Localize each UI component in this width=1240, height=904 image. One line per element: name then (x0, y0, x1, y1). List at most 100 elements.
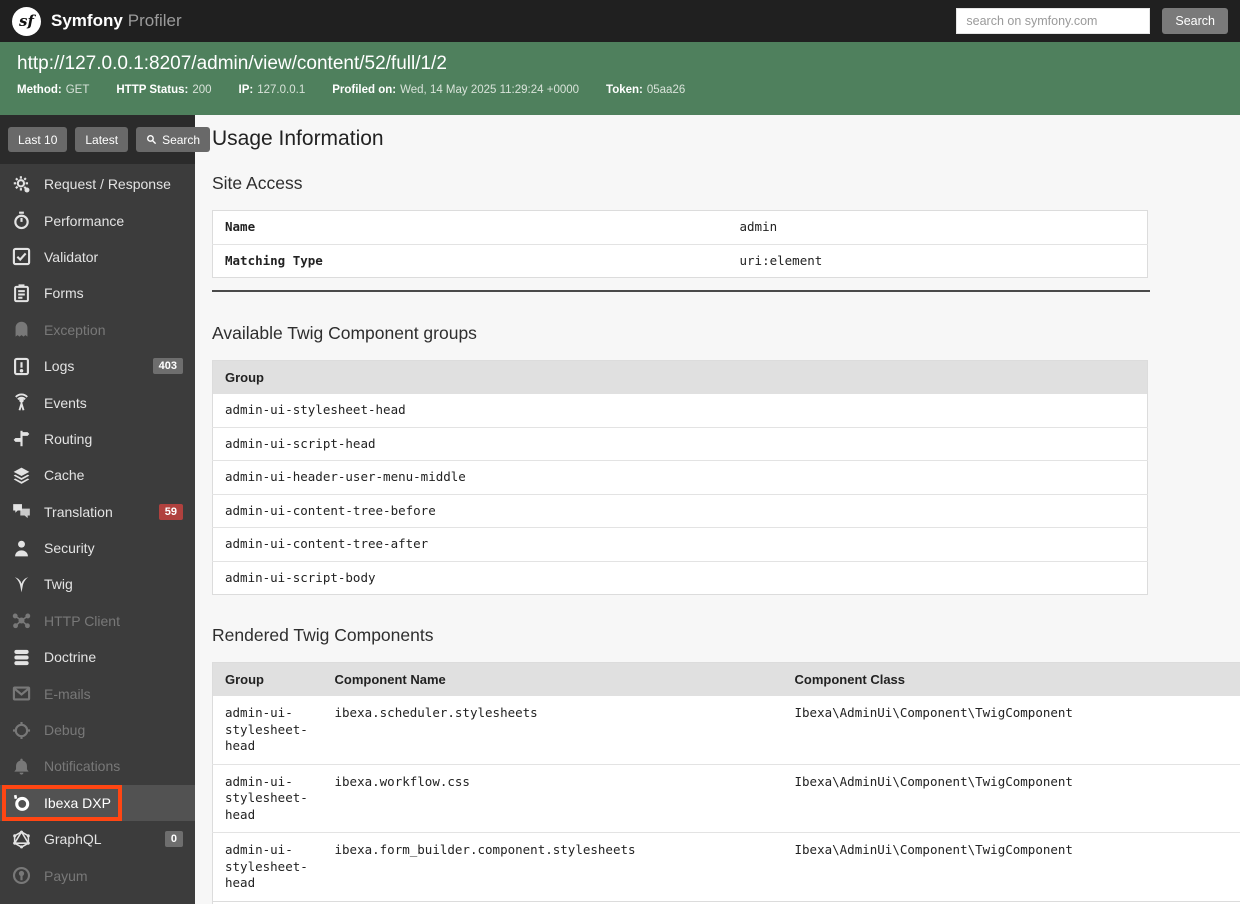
sidebar-item-label: Validator (44, 248, 99, 265)
search-icon (146, 134, 157, 145)
sidebar-item-twig[interactable]: Twig (0, 566, 195, 602)
site-access-table: Name admin Matching Type uri:element (212, 210, 1148, 278)
row-label: Name (225, 219, 256, 234)
table-row: admin-ui-stylesheet-head ibexa.form_build… (212, 832, 1240, 901)
table-row: admin-ui-script-body (212, 560, 1148, 595)
sidebar-item-doctrine[interactable]: Doctrine (0, 639, 195, 675)
section-divider (212, 290, 1150, 292)
meta-label: HTTP Status: (116, 84, 189, 96)
app-title: Symfony Profiler (51, 11, 182, 31)
component-class: Ibexa\AdminUi\Component\TwigComponent (782, 763, 1240, 833)
sidebar-item-label: HTTP Client (44, 612, 120, 629)
column-header-component-class: Component Class (782, 662, 1240, 696)
meta-value: 127.0.0.1 (257, 84, 306, 96)
sidebar-item-translation[interactable]: Translation 59 (0, 494, 195, 530)
twig-groups-table: Group admin-ui-stylesheet-head admin-ui-s… (212, 360, 1148, 595)
count-badge: 59 (158, 503, 183, 520)
sidebar-item-http-client[interactable]: HTTP Client (0, 603, 195, 639)
page-title: Usage Information (212, 127, 384, 150)
count-badge: 0 (164, 831, 183, 848)
group-name: admin-ui-script-head (212, 426, 1148, 461)
table-row: Matching Type uri:element (212, 243, 1148, 278)
group-name: admin-ui-content-tree-before (212, 493, 1148, 528)
sidebar-item-label: Twig (44, 576, 73, 593)
signpost-icon (12, 429, 31, 448)
sidebar-item-label: E-mails (44, 685, 91, 702)
book-alert-icon (12, 357, 31, 376)
table-row: admin-ui-stylesheet-head (213, 394, 1148, 427)
meta-value: GET (65, 84, 90, 96)
meta-method: Method: GET (17, 84, 89, 96)
stopwatch-icon (12, 211, 31, 230)
sidebar-item-exception[interactable]: Exception (0, 312, 195, 348)
group-name: admin-ui-stylesheet-head (225, 402, 406, 417)
gears-icon (12, 175, 31, 194)
sidebar-item-logs[interactable]: Logs 403 (0, 348, 195, 384)
sidebar-item-label: GraphQL (44, 831, 102, 848)
component-group: admin-ui-stylesheet-head (225, 705, 308, 753)
sidebar-item-cache[interactable]: Cache (0, 457, 195, 493)
sidebar-item-debug[interactable]: Debug (0, 712, 195, 748)
sidebar-item-label: Performance (44, 212, 125, 229)
chat-bubbles-icon (12, 502, 31, 521)
broadcast-icon (12, 393, 31, 412)
group-name: admin-ui-script-body (212, 560, 1148, 595)
sidebar-filters: Last 10 Latest Search (0, 115, 211, 164)
request-bar: http://127.0.0.1:8207/admin/view/content… (0, 42, 1240, 115)
sidebar-item-events[interactable]: Events (0, 384, 195, 420)
count-badge: 403 (152, 358, 183, 375)
table-row: admin-ui-header-user-menu-middle (212, 460, 1148, 494)
meta-value: 05aa26 (646, 84, 686, 96)
sidebar-item-graphql[interactable]: GraphQL 0 (0, 821, 195, 857)
sidebar-item-label: Notifications (44, 758, 121, 775)
table-row: admin-ui-content-tree-before (212, 493, 1148, 528)
sidebar-item-label: Debug (44, 722, 86, 739)
crosshair-icon (12, 721, 31, 740)
sidebar-item-e-mails[interactable]: E-mails (0, 675, 195, 711)
envelope-icon (12, 684, 31, 703)
column-header-group: Group (212, 662, 323, 696)
person-icon (12, 539, 31, 558)
symfony-search-button[interactable]: Search (1162, 8, 1228, 34)
group-name: admin-ui-header-user-menu-middle (212, 460, 1148, 494)
symfony-logo-icon: sf (12, 6, 41, 36)
sidebar-item-request-response[interactable]: Request / Response (0, 166, 195, 202)
symfony-search-input[interactable] (956, 8, 1151, 34)
sidebar-item-label: Logs (44, 358, 75, 375)
sidebar-item-payum[interactable]: Payum (0, 857, 195, 893)
check-square-icon (12, 247, 31, 266)
meta-value: 200 (192, 84, 212, 96)
sidebar-item-security[interactable]: Security (0, 530, 195, 566)
sidebar-item-label: Request / Response (44, 176, 171, 193)
sidebar-item-label: Security (44, 540, 95, 557)
sidebar-item-label: Forms (44, 285, 84, 302)
table-row: admin-ui-script-head (212, 426, 1148, 461)
twig-plant-icon (12, 575, 31, 594)
sidebar-item-performance[interactable]: Performance (0, 202, 195, 238)
graphql-icon (12, 830, 31, 849)
rendered-components-heading: Rendered Twig Components (212, 625, 434, 645)
component-group: admin-ui-stylesheet-head (212, 832, 323, 901)
filter-last-10-button[interactable]: Last 10 (8, 127, 68, 152)
meta-token: Token: 05aa26 (606, 84, 685, 96)
table-row: admin-ui-stylesheet-head ibexa.scheduler.… (213, 696, 1240, 764)
profiled-url: http://127.0.0.1:8207/admin/view/content… (17, 53, 447, 74)
sidebar-item-ibexa-dxp[interactable]: Ibexa DXP (0, 784, 195, 822)
sidebar-item-forms[interactable]: Forms (0, 275, 195, 311)
meta-profiled-on: Profiled on: Wed, 14 May 2025 11:29:24 +0… (332, 84, 579, 96)
meta-label: Profiled on: (332, 84, 397, 96)
component-class: Ibexa\AdminUi\Component\TwigComponent (794, 705, 1073, 720)
meta-value: Wed, 14 May 2025 11:29:24 +0000 (400, 84, 580, 96)
site-access-heading: Site Access (212, 173, 303, 193)
sidebar-item-routing[interactable]: Routing (0, 421, 195, 457)
sidebar-item-label: Exception (44, 321, 106, 338)
table-row: Name admin (213, 211, 1148, 245)
sidebar-item-validator[interactable]: Validator (0, 239, 195, 275)
filter-latest-button[interactable]: Latest (75, 127, 129, 152)
sidebar-item-label: Events (44, 394, 87, 411)
row-label: Matching Type (212, 243, 728, 278)
sidebar-item-label: Routing (44, 430, 93, 447)
table-row: admin-ui-content-tree-after (212, 527, 1148, 561)
sidebar-item-notifications[interactable]: Notifications (0, 748, 195, 784)
component-name: ibexa.form_builder.component.stylesheets (322, 832, 783, 901)
